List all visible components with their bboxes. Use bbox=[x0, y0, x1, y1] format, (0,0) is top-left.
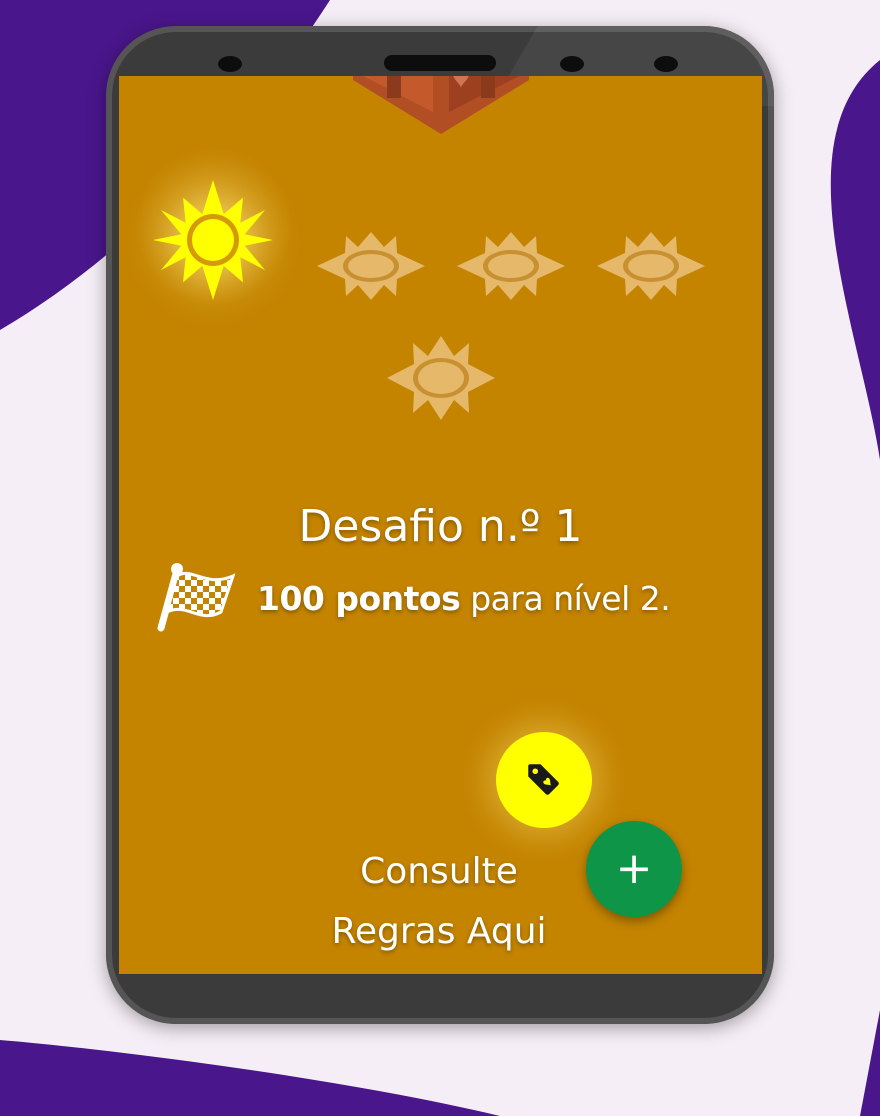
sun-icon bbox=[597, 232, 705, 300]
sensor bbox=[654, 56, 678, 72]
phone-speaker bbox=[384, 55, 496, 71]
sun-icon bbox=[153, 180, 273, 300]
plus-icon: + bbox=[615, 843, 653, 894]
sun-icon bbox=[457, 232, 565, 300]
app-screen: Desafio n.º 1 100 pontos para nível 2. + bbox=[119, 76, 762, 974]
checkered-flag-icon bbox=[157, 563, 236, 632]
front-camera bbox=[218, 56, 242, 72]
rules-link-line-1: Consulte bbox=[360, 851, 518, 892]
challenge-title: Desafio n.º 1 bbox=[298, 501, 583, 552]
level-goal: 100 pontos para nível 2. bbox=[155, 562, 671, 634]
sensor bbox=[560, 56, 584, 72]
heart-tag-icon bbox=[528, 764, 559, 795]
rules-link-line-2: Regras Aqui bbox=[331, 911, 547, 952]
sun-icon bbox=[317, 232, 425, 300]
goal-points: 100 pontos bbox=[257, 578, 461, 618]
sun-icon bbox=[387, 336, 495, 420]
goal-description: para nível 2. bbox=[460, 578, 671, 618]
treasure-chest-icon bbox=[353, 76, 529, 134]
add-button[interactable]: + bbox=[586, 821, 682, 917]
rules-link[interactable]: Consulte Regras Aqui bbox=[289, 842, 589, 962]
tag-button[interactable] bbox=[496, 732, 592, 828]
